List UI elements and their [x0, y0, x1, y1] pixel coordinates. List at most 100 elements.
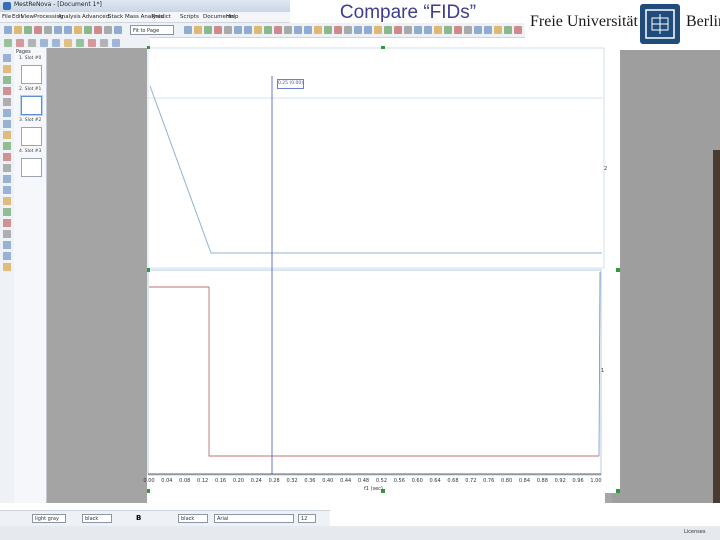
toolbar-button-icon[interactable] — [214, 26, 222, 34]
menu-item[interactable]: Predict — [152, 12, 171, 22]
toolbar-button-icon[interactable] — [184, 26, 192, 34]
logo-text-right: Berlin — [686, 13, 720, 30]
menu-item[interactable]: Stack — [108, 12, 123, 22]
bold-icon[interactable]: B — [136, 514, 141, 522]
tool-icon[interactable] — [3, 87, 11, 95]
window-title: MestReNova - [Document 1*] — [14, 1, 102, 8]
tool-icon[interactable] — [3, 76, 11, 84]
toolbar-button-icon[interactable] — [40, 39, 48, 47]
tool-icon[interactable] — [3, 186, 11, 194]
font-select[interactable]: Arial — [214, 514, 294, 523]
toolbar-button-icon[interactable] — [114, 26, 122, 34]
toolbar-button-icon[interactable] — [274, 26, 282, 34]
page-label: 4. Slot #3 — [19, 149, 42, 154]
tool-icon[interactable] — [3, 208, 11, 216]
seal-icon — [640, 4, 680, 44]
x-axis-title: f1 (sec) — [364, 486, 383, 492]
toolbar-button-icon[interactable] — [52, 39, 60, 47]
toolbar-button-icon[interactable] — [4, 26, 12, 34]
x-tick-label: 0.40 — [322, 478, 334, 484]
line-style-select[interactable]: light gray — [32, 514, 66, 523]
selection-handle — [616, 268, 620, 272]
x-tick-label: 0.44 — [340, 478, 352, 484]
toolbar-button-icon[interactable] — [54, 26, 62, 34]
tool-icon[interactable] — [3, 54, 11, 62]
tool-icon[interactable] — [3, 142, 11, 150]
spectrum-1-trace — [149, 286, 599, 457]
toolbar-button-icon[interactable] — [64, 26, 72, 34]
tool-icon[interactable] — [3, 120, 11, 128]
toolbar-button-icon[interactable] — [64, 39, 72, 47]
tool-icon[interactable] — [3, 131, 11, 139]
toolbar-button-icon[interactable] — [204, 26, 212, 34]
page-thumbnail[interactable] — [21, 127, 42, 146]
x-tick-label: 0.56 — [393, 478, 405, 484]
menu-item[interactable]: Scripts — [180, 12, 199, 22]
zoom-select[interactable]: Fit to Page — [130, 25, 174, 35]
x-tick-label: 0.60 — [411, 478, 423, 484]
spectrum-label-1: 1 — [601, 368, 605, 374]
toolbar-button-icon[interactable] — [224, 26, 232, 34]
menu-item[interactable]: Advanced — [82, 12, 109, 22]
page-thumbnail[interactable] — [21, 65, 42, 84]
x-tick-label: 0.16 — [214, 478, 227, 484]
toolbar-button-icon[interactable] — [14, 26, 22, 34]
toolbar-button-icon[interactable] — [76, 39, 84, 47]
menu-item[interactable]: View — [21, 12, 34, 22]
toolbar-button-icon[interactable] — [24, 26, 32, 34]
tool-icon[interactable] — [3, 153, 11, 161]
menu-item[interactable]: Help — [226, 12, 239, 22]
toolbar-button-icon[interactable] — [234, 26, 242, 34]
toolbar-button-icon[interactable] — [88, 39, 96, 47]
document-page[interactable] — [147, 46, 620, 493]
tool-icon[interactable] — [3, 98, 11, 106]
page-thumbnail[interactable] — [21, 96, 42, 115]
color-select-2[interactable]: black — [178, 514, 208, 523]
slide-title: Compare “FIDs” — [339, 2, 477, 23]
selection-handle — [147, 489, 150, 493]
toolbar-button-icon[interactable] — [28, 39, 36, 47]
x-tick-label: 0.80 — [501, 478, 513, 484]
tool-icon[interactable] — [3, 230, 11, 238]
selection-handle — [381, 46, 385, 49]
toolbar-button-icon[interactable] — [4, 39, 12, 47]
tool-icon[interactable] — [3, 219, 11, 227]
toolbar-button-icon[interactable] — [94, 26, 102, 34]
x-tick-label: 0.00 — [143, 478, 155, 484]
tool-icon[interactable] — [3, 109, 11, 117]
toolbar-button-icon[interactable] — [34, 26, 42, 34]
toolbar-button-icon[interactable] — [100, 39, 108, 47]
menu-item[interactable]: Analysis — [58, 12, 81, 22]
x-tick-label: 0.84 — [518, 478, 531, 484]
tool-icon[interactable] — [3, 65, 11, 73]
toolbar-button-icon[interactable] — [244, 26, 252, 34]
toolbar-button-icon[interactable] — [104, 26, 112, 34]
page-thumbnail[interactable] — [21, 158, 42, 177]
color-select[interactable]: black — [82, 514, 112, 523]
toolbar-button-icon[interactable] — [16, 39, 24, 47]
menu-item[interactable]: File — [2, 12, 11, 22]
tool-icon[interactable] — [3, 164, 11, 172]
tool-icon[interactable] — [3, 252, 11, 260]
university-logo: Freie Universität Berlin — [527, 0, 720, 50]
top-plot-frame — [147, 47, 605, 269]
page-label: 1. Slot #0 — [19, 56, 42, 61]
toolbar-button-icon[interactable] — [194, 26, 202, 34]
spectrum-plot — [147, 46, 620, 493]
toolbar-button-icon[interactable] — [112, 39, 120, 47]
pages-panel: Pages 1. Slot #0 2. Slot #1 3. Slot #2 4. S… — [14, 48, 47, 503]
toolbar-button-icon[interactable] — [74, 26, 82, 34]
font-size-select[interactable]: 12 — [298, 514, 316, 523]
x-tick-label: 0.72 — [465, 478, 477, 484]
tool-icon[interactable] — [3, 263, 11, 271]
tool-icon[interactable] — [3, 175, 11, 183]
tool-icon[interactable] — [3, 197, 11, 205]
toolbar-button-icon[interactable] — [84, 26, 92, 34]
tool-icon[interactable] — [3, 241, 11, 249]
toolbar-button-icon[interactable] — [254, 26, 262, 34]
secondary-toolbar — [0, 37, 150, 48]
toolbar-button-icon[interactable] — [44, 26, 52, 34]
license-status[interactable]: Licenses — [684, 529, 705, 535]
format-toolbar: light gray black B black Arial 12 — [0, 510, 330, 527]
toolbar-button-icon[interactable] — [264, 26, 272, 34]
